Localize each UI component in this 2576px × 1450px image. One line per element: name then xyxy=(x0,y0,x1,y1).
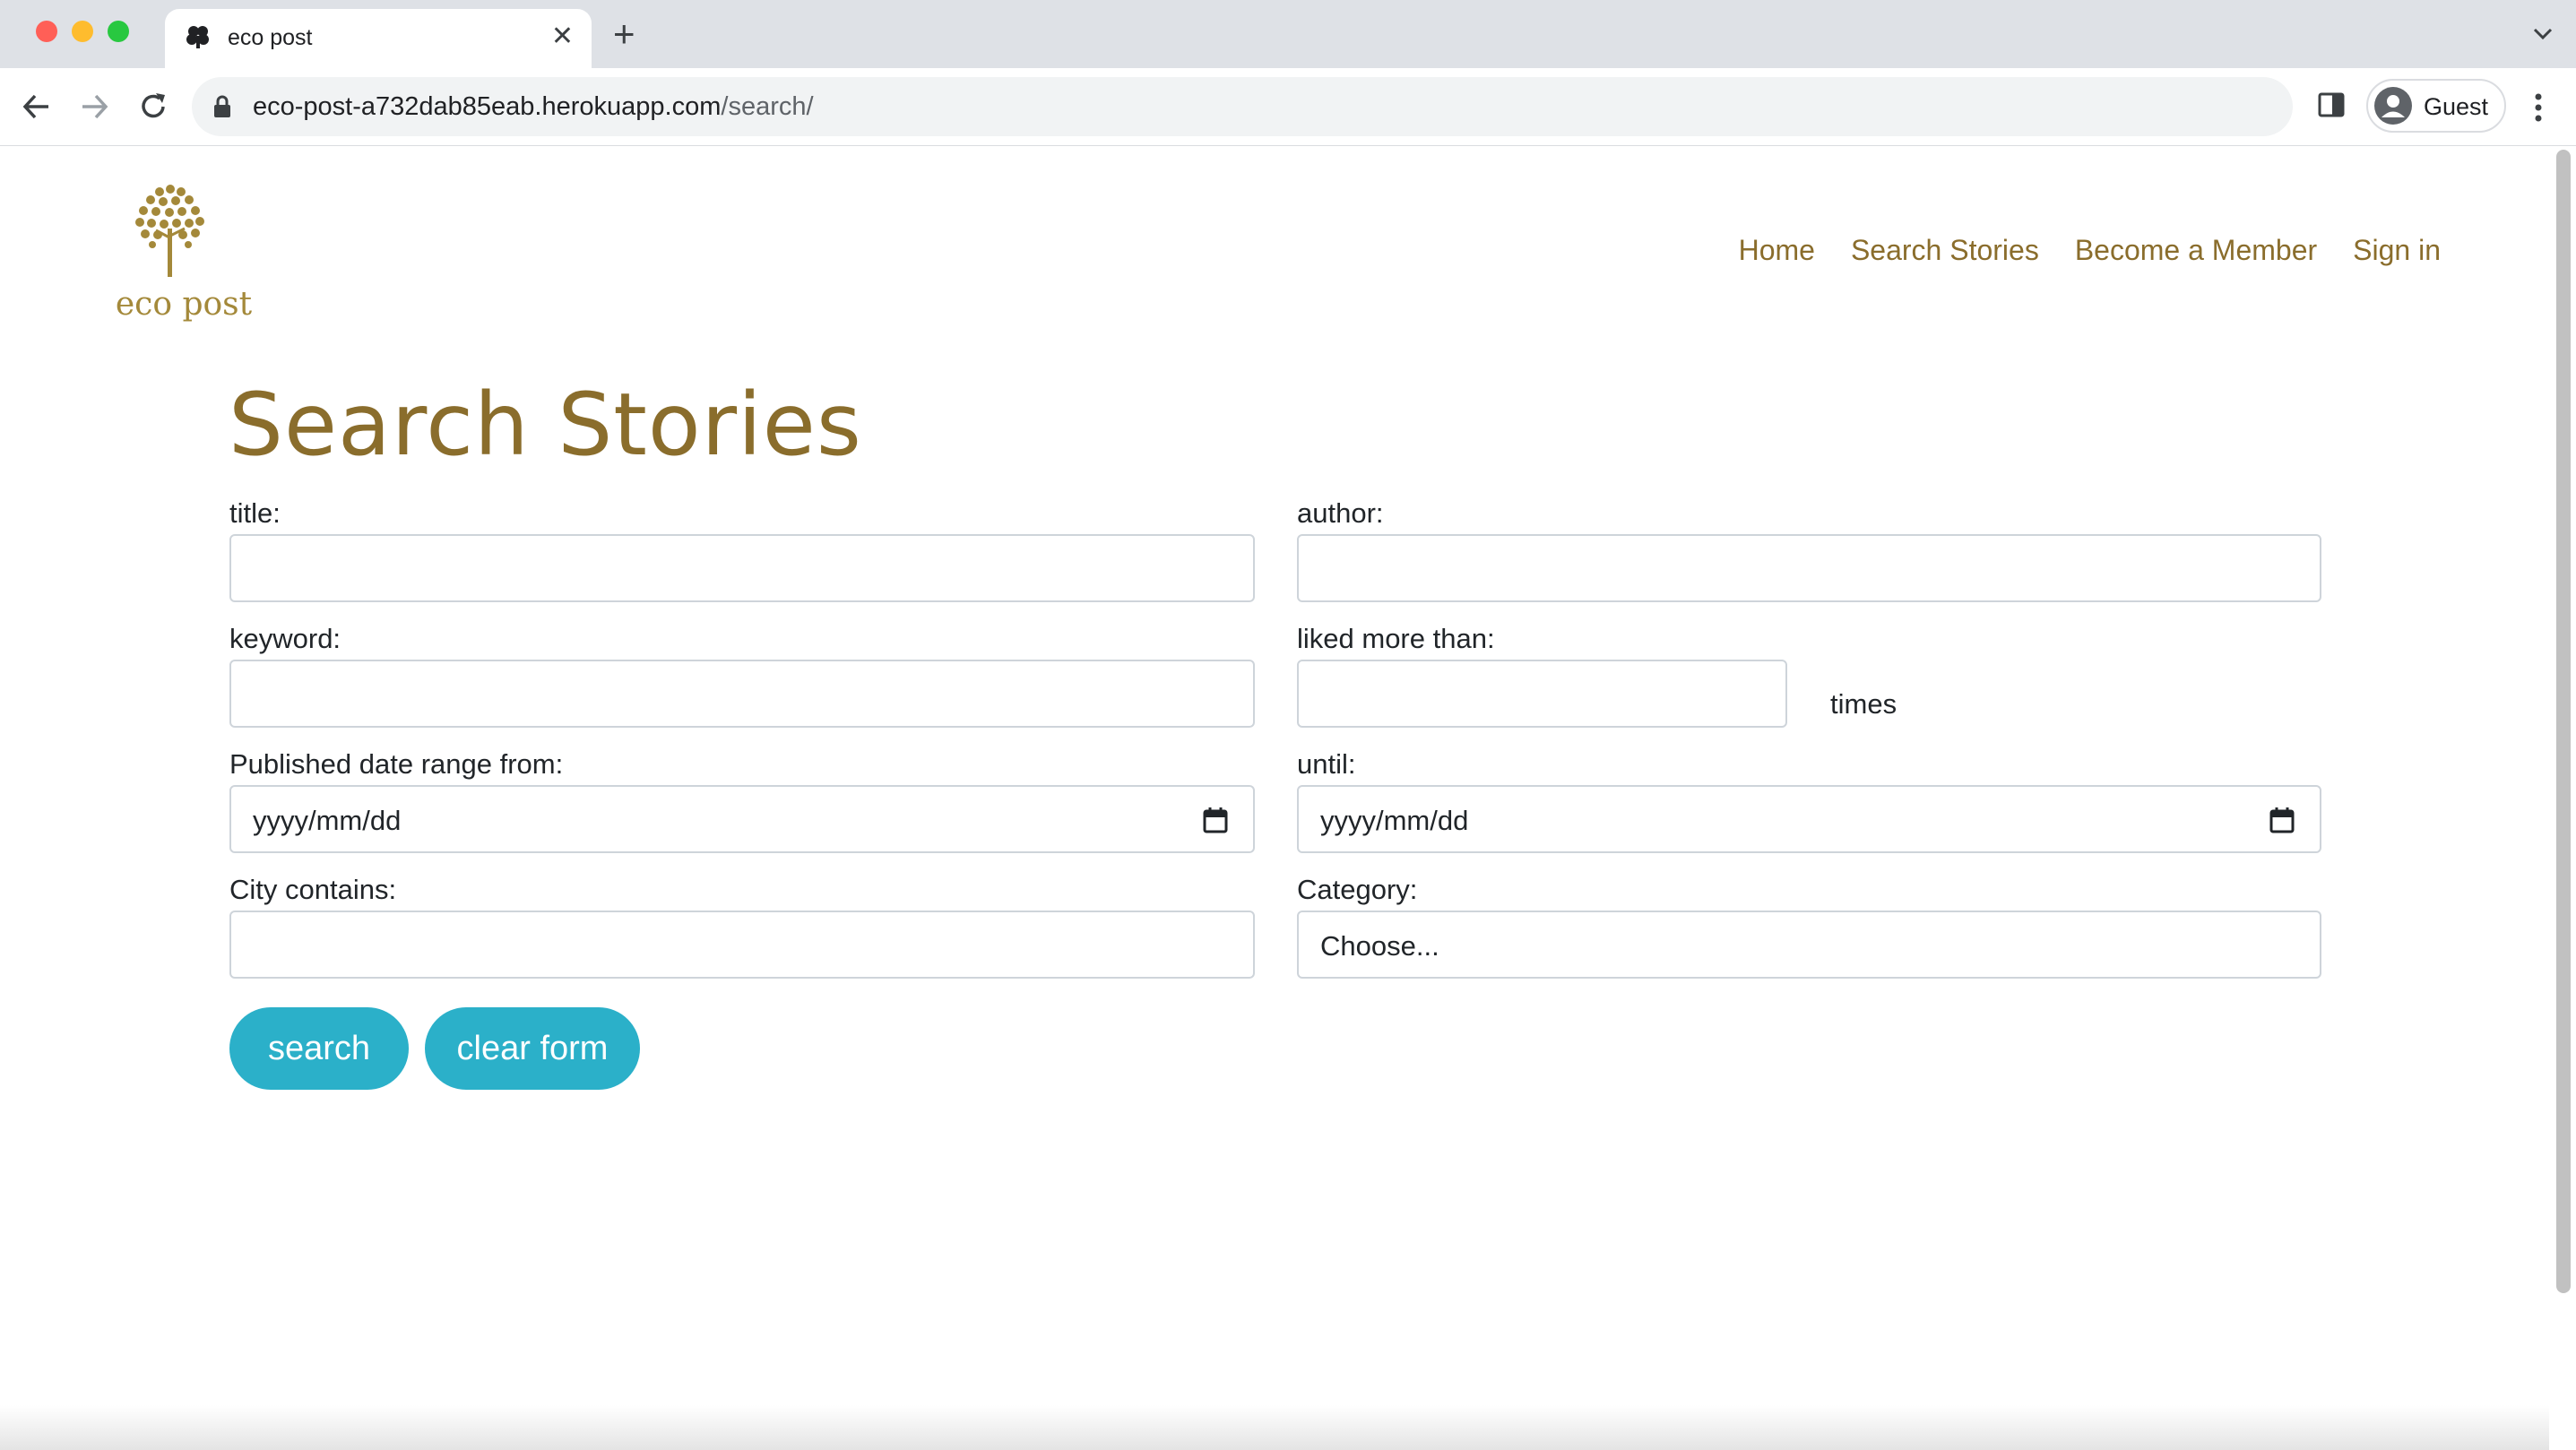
times-label: times xyxy=(1830,688,1897,720)
main-nav: Home Search Stories Become a Member Sign… xyxy=(1739,234,2441,267)
category-label: Category: xyxy=(1297,874,1418,905)
nav-home-link[interactable]: Home xyxy=(1739,234,1815,267)
close-tab-icon[interactable]: ✕ xyxy=(551,22,574,52)
category-selected-value: Choose... xyxy=(1320,930,1439,962)
title-input[interactable] xyxy=(229,534,1255,602)
author-label: author: xyxy=(1297,497,1384,529)
bottom-shadow xyxy=(0,1405,2549,1450)
site-logo[interactable]: eco post xyxy=(104,180,256,332)
date-from-input[interactable]: yyyy/mm/dd xyxy=(229,785,1255,853)
chevron-down-icon[interactable] xyxy=(2531,22,2554,45)
profile-name: Guest xyxy=(2424,93,2489,120)
tab-strip: eco post ✕ + xyxy=(0,0,2576,68)
author-input[interactable] xyxy=(1297,534,2321,602)
forward-arrow-icon[interactable] xyxy=(75,88,113,125)
until-label: until: xyxy=(1297,748,1356,780)
liked-more-than-label: liked more than: xyxy=(1297,623,1495,654)
back-arrow-icon[interactable] xyxy=(18,88,56,125)
nav-search-stories-link[interactable]: Search Stories xyxy=(1851,234,2039,267)
liked-more-than-input[interactable] xyxy=(1297,660,1787,728)
profile-button[interactable]: Guest xyxy=(2366,79,2506,133)
category-select[interactable]: Choose... xyxy=(1297,911,2321,979)
page-title: Search Stories xyxy=(229,375,862,475)
url-text: eco-post-a732dab85eab.herokuapp.com/sear… xyxy=(253,92,814,121)
tab-title: eco post xyxy=(228,25,313,50)
logo-text: eco post xyxy=(115,286,253,323)
calendar-icon[interactable] xyxy=(1203,807,1228,833)
scrollbar-thumb[interactable] xyxy=(2556,150,2571,1293)
maximize-window-button[interactable] xyxy=(108,21,129,42)
clear-form-button[interactable]: clear form xyxy=(425,1007,640,1090)
nav-become-member-link[interactable]: Become a Member xyxy=(2075,234,2317,267)
scrollbar-track[interactable] xyxy=(2549,146,2576,1450)
side-panel-icon[interactable] xyxy=(2316,90,2347,120)
tree-logo-icon xyxy=(135,185,204,277)
until-placeholder: yyyy/mm/dd xyxy=(1320,805,1469,836)
avatar-icon xyxy=(2374,87,2412,125)
calendar-icon[interactable] xyxy=(2269,807,2295,833)
until-date-input[interactable]: yyyy/mm/dd xyxy=(1297,785,2321,853)
browser-toolbar: eco-post-a732dab85eab.herokuapp.com/sear… xyxy=(0,68,2576,147)
search-button[interactable]: search xyxy=(229,1007,409,1090)
close-window-button[interactable] xyxy=(36,21,57,42)
nav-sign-in-link[interactable]: Sign in xyxy=(2353,234,2441,267)
tree-favicon-icon xyxy=(186,26,209,48)
address-bar[interactable]: eco-post-a732dab85eab.herokuapp.com/sear… xyxy=(192,77,2293,136)
new-tab-icon[interactable]: + xyxy=(613,14,635,54)
date-from-label: Published date range from: xyxy=(229,748,564,780)
reload-icon[interactable] xyxy=(134,88,172,125)
more-options-icon[interactable] xyxy=(2531,90,2546,125)
date-from-placeholder: yyyy/mm/dd xyxy=(253,805,402,836)
lock-icon[interactable] xyxy=(212,94,233,119)
city-input[interactable] xyxy=(229,911,1255,979)
keyword-label: keyword: xyxy=(229,623,341,654)
keyword-input[interactable] xyxy=(229,660,1255,728)
minimize-window-button[interactable] xyxy=(72,21,93,42)
city-label: City contains: xyxy=(229,874,397,905)
browser-tab[interactable]: eco post ✕ xyxy=(165,9,592,68)
page-viewport: eco post Home Search Stories Become a Me… xyxy=(0,146,2576,1450)
title-label: title: xyxy=(229,497,281,529)
